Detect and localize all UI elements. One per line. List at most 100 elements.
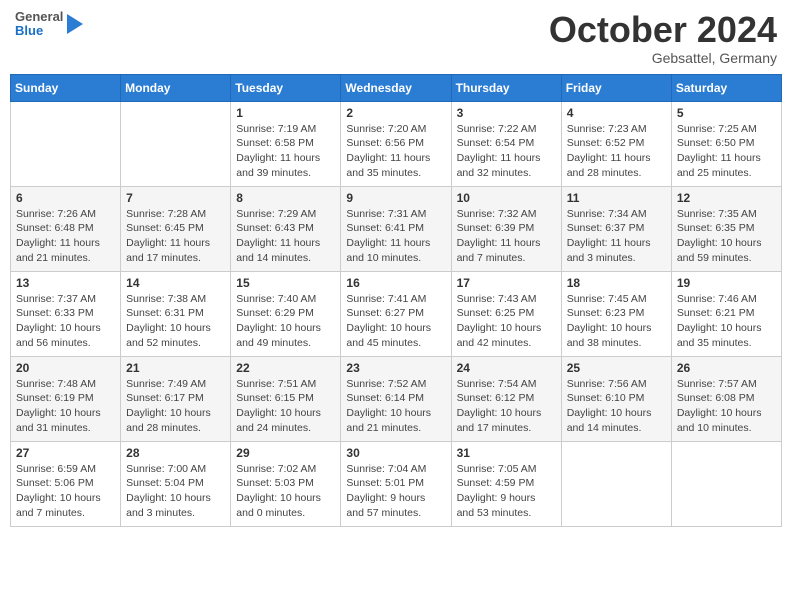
calendar-cell: 1 Sunrise: 7:19 AM Sunset: 6:58 PM Daylig… (231, 101, 341, 186)
calendar-cell: 10Sunrise: 7:32 AM Sunset: 6:39 PM Dayli… (451, 186, 561, 271)
day-number: 20 (16, 361, 115, 375)
calendar-cell: 15Sunrise: 7:40 AM Sunset: 6:29 PM Dayli… (231, 271, 341, 356)
day-info: Sunrise: 7:34 AM Sunset: 6:37 PM Dayligh… (567, 207, 666, 266)
calendar-cell (561, 441, 671, 526)
calendar-cell: 18Sunrise: 7:45 AM Sunset: 6:23 PM Dayli… (561, 271, 671, 356)
calendar-week-5: 27 Sunrise: 6:59 AM Sunset: 5:06 PM Dayli… (11, 441, 782, 526)
day-info: Sunrise: 7:26 AM Sunset: 6:48 PM Dayligh… (16, 207, 115, 266)
calendar-table: SundayMondayTuesdayWednesdayThursdayFrid… (10, 74, 782, 527)
weekday-header-sunday: Sunday (11, 74, 121, 101)
day-info: Sunrise: 7:05 AM Sunset: 4:59 PM Dayligh… (457, 462, 556, 521)
day-info: Sunrise: 7:04 AM Sunset: 5:01 PM Dayligh… (346, 462, 445, 521)
day-number: 29 (236, 446, 335, 460)
calendar-week-1: 1 Sunrise: 7:19 AM Sunset: 6:58 PM Daylig… (11, 101, 782, 186)
day-info: Sunrise: 7:52 AM Sunset: 6:14 PM Dayligh… (346, 377, 445, 436)
day-info: Sunrise: 7:00 AM Sunset: 5:04 PM Dayligh… (126, 462, 225, 521)
title-block: October 2024 Gebsattel, Germany (549, 10, 777, 66)
day-info: Sunrise: 7:25 AM Sunset: 6:50 PM Dayligh… (677, 122, 776, 181)
day-number: 13 (16, 276, 115, 290)
calendar-cell: 22 Sunrise: 7:51 AM Sunset: 6:15 PM Dayli… (231, 356, 341, 441)
calendar-cell: 12Sunrise: 7:35 AM Sunset: 6:35 PM Dayli… (671, 186, 781, 271)
day-info: Sunrise: 7:43 AM Sunset: 6:25 PM Dayligh… (457, 292, 556, 351)
weekday-header-wednesday: Wednesday (341, 74, 451, 101)
day-info: Sunrise: 7:48 AM Sunset: 6:19 PM Dayligh… (16, 377, 115, 436)
day-number: 9 (346, 191, 445, 205)
day-number: 26 (677, 361, 776, 375)
weekday-header-tuesday: Tuesday (231, 74, 341, 101)
day-number: 14 (126, 276, 225, 290)
day-number: 22 (236, 361, 335, 375)
day-info: Sunrise: 7:38 AM Sunset: 6:31 PM Dayligh… (126, 292, 225, 351)
day-number: 17 (457, 276, 556, 290)
day-info: Sunrise: 7:22 AM Sunset: 6:54 PM Dayligh… (457, 122, 556, 181)
day-info: Sunrise: 7:02 AM Sunset: 5:03 PM Dayligh… (236, 462, 335, 521)
day-number: 30 (346, 446, 445, 460)
calendar-cell: 19 Sunrise: 7:46 AM Sunset: 6:21 PM Dayli… (671, 271, 781, 356)
calendar-cell: 21Sunrise: 7:49 AM Sunset: 6:17 PM Dayli… (121, 356, 231, 441)
calendar-cell: 31Sunrise: 7:05 AM Sunset: 4:59 PM Dayli… (451, 441, 561, 526)
calendar-cell: 30 Sunrise: 7:04 AM Sunset: 5:01 PM Dayli… (341, 441, 451, 526)
day-info: Sunrise: 6:59 AM Sunset: 5:06 PM Dayligh… (16, 462, 115, 521)
calendar-cell: 9Sunrise: 7:31 AM Sunset: 6:41 PM Daylig… (341, 186, 451, 271)
calendar-cell: 14 Sunrise: 7:38 AM Sunset: 6:31 PM Dayli… (121, 271, 231, 356)
calendar-cell: 20 Sunrise: 7:48 AM Sunset: 6:19 PM Dayli… (11, 356, 121, 441)
calendar-cell: 23Sunrise: 7:52 AM Sunset: 6:14 PM Dayli… (341, 356, 451, 441)
day-info: Sunrise: 7:40 AM Sunset: 6:29 PM Dayligh… (236, 292, 335, 351)
logo-text: General Blue (15, 10, 63, 39)
logo: General Blue (15, 10, 85, 39)
calendar-cell: 3 Sunrise: 7:22 AM Sunset: 6:54 PM Daylig… (451, 101, 561, 186)
day-number: 2 (346, 106, 445, 120)
logo-blue: Blue (15, 24, 63, 38)
day-number: 3 (457, 106, 556, 120)
day-info: Sunrise: 7:46 AM Sunset: 6:21 PM Dayligh… (677, 292, 776, 351)
weekday-header-friday: Friday (561, 74, 671, 101)
calendar-cell: 25Sunrise: 7:56 AM Sunset: 6:10 PM Dayli… (561, 356, 671, 441)
day-info: Sunrise: 7:45 AM Sunset: 6:23 PM Dayligh… (567, 292, 666, 351)
day-info: Sunrise: 7:20 AM Sunset: 6:56 PM Dayligh… (346, 122, 445, 181)
day-number: 19 (677, 276, 776, 290)
weekday-header-thursday: Thursday (451, 74, 561, 101)
day-info: Sunrise: 7:19 AM Sunset: 6:58 PM Dayligh… (236, 122, 335, 181)
calendar-cell: 7Sunrise: 7:28 AM Sunset: 6:45 PM Daylig… (121, 186, 231, 271)
calendar-cell: 8Sunrise: 7:29 AM Sunset: 6:43 PM Daylig… (231, 186, 341, 271)
calendar-week-3: 13 Sunrise: 7:37 AM Sunset: 6:33 PM Dayli… (11, 271, 782, 356)
calendar-cell: 27 Sunrise: 6:59 AM Sunset: 5:06 PM Dayli… (11, 441, 121, 526)
location: Gebsattel, Germany (549, 50, 777, 66)
calendar-cell (671, 441, 781, 526)
calendar-cell: 13 Sunrise: 7:37 AM Sunset: 6:33 PM Dayli… (11, 271, 121, 356)
calendar-cell: 16Sunrise: 7:41 AM Sunset: 6:27 PM Dayli… (341, 271, 451, 356)
calendar-cell (11, 101, 121, 186)
weekday-header-saturday: Saturday (671, 74, 781, 101)
calendar-cell: 6 Sunrise: 7:26 AM Sunset: 6:48 PM Daylig… (11, 186, 121, 271)
day-info: Sunrise: 7:49 AM Sunset: 6:17 PM Dayligh… (126, 377, 225, 436)
day-number: 28 (126, 446, 225, 460)
day-number: 24 (457, 361, 556, 375)
month-title: October 2024 (549, 10, 777, 50)
day-info: Sunrise: 7:54 AM Sunset: 6:12 PM Dayligh… (457, 377, 556, 436)
calendar-cell: 28 Sunrise: 7:00 AM Sunset: 5:04 PM Dayli… (121, 441, 231, 526)
weekday-header-monday: Monday (121, 74, 231, 101)
day-number: 1 (236, 106, 335, 120)
calendar-cell: 4Sunrise: 7:23 AM Sunset: 6:52 PM Daylig… (561, 101, 671, 186)
calendar-cell: 2 Sunrise: 7:20 AM Sunset: 6:56 PM Daylig… (341, 101, 451, 186)
calendar-cell: 17 Sunrise: 7:43 AM Sunset: 6:25 PM Dayli… (451, 271, 561, 356)
day-info: Sunrise: 7:37 AM Sunset: 6:33 PM Dayligh… (16, 292, 115, 351)
day-number: 4 (567, 106, 666, 120)
calendar-week-2: 6 Sunrise: 7:26 AM Sunset: 6:48 PM Daylig… (11, 186, 782, 271)
day-number: 8 (236, 191, 335, 205)
day-info: Sunrise: 7:35 AM Sunset: 6:35 PM Dayligh… (677, 207, 776, 266)
calendar-cell: 5Sunrise: 7:25 AM Sunset: 6:50 PM Daylig… (671, 101, 781, 186)
calendar-cell: 24 Sunrise: 7:54 AM Sunset: 6:12 PM Dayli… (451, 356, 561, 441)
day-number: 7 (126, 191, 225, 205)
calendar-header: SundayMondayTuesdayWednesdayThursdayFrid… (11, 74, 782, 101)
calendar-cell (121, 101, 231, 186)
page-header: General Blue October 2024 Gebsattel, Ger… (10, 10, 782, 66)
day-number: 25 (567, 361, 666, 375)
day-info: Sunrise: 7:51 AM Sunset: 6:15 PM Dayligh… (236, 377, 335, 436)
day-info: Sunrise: 7:57 AM Sunset: 6:08 PM Dayligh… (677, 377, 776, 436)
day-number: 6 (16, 191, 115, 205)
day-number: 27 (16, 446, 115, 460)
calendar-week-4: 20 Sunrise: 7:48 AM Sunset: 6:19 PM Dayli… (11, 356, 782, 441)
day-number: 11 (567, 191, 666, 205)
weekday-row: SundayMondayTuesdayWednesdayThursdayFrid… (11, 74, 782, 101)
